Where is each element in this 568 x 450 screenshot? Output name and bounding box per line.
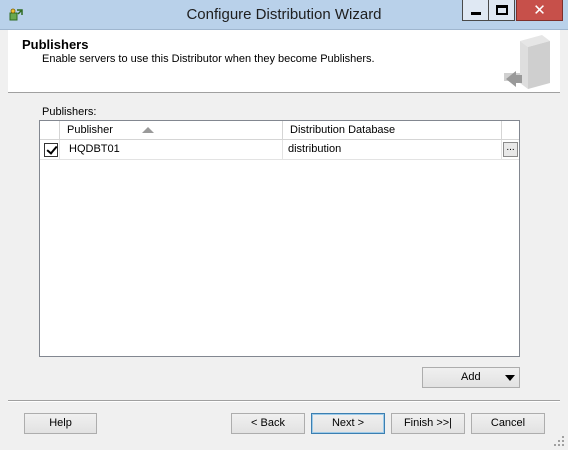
column-header-label: Publisher	[67, 124, 113, 136]
add-button-label: Add	[461, 371, 481, 383]
table-row[interactable]: HQDBT01 distribution ...	[40, 140, 519, 160]
back-button[interactable]: < Back	[231, 413, 305, 434]
row-select-cell	[40, 140, 60, 160]
maximize-button[interactable]	[488, 0, 515, 21]
distribution-database-cell[interactable]: distribution	[284, 140, 502, 160]
grid-header: Publisher Distribution Database	[40, 121, 519, 140]
distribution-database-name: distribution	[288, 143, 342, 155]
finish-button[interactable]: Finish >>|	[391, 413, 465, 434]
title-bar[interactable]: Configure Distribution Wizard ✕	[0, 0, 568, 30]
dropdown-arrow-icon	[505, 375, 515, 381]
sort-ascending-icon	[142, 127, 154, 133]
publishers-label: Publishers:	[42, 106, 97, 118]
maximize-icon	[496, 5, 508, 15]
help-button[interactable]: Help	[24, 413, 97, 434]
close-button[interactable]: ✕	[516, 0, 563, 21]
page-title: Publishers	[22, 37, 89, 52]
next-button[interactable]: Next >	[311, 413, 385, 434]
server-icon	[504, 35, 550, 89]
resize-grip[interactable]	[554, 436, 566, 448]
close-icon: ✕	[533, 1, 546, 19]
publishers-grid[interactable]: Publisher Distribution Database HQDBT01 …	[39, 120, 520, 357]
browse-button[interactable]: ...	[503, 142, 518, 157]
publisher-cell[interactable]: HQDBT01	[61, 140, 283, 160]
minimize-button[interactable]	[462, 0, 489, 21]
column-header-label: Distribution Database	[290, 124, 396, 136]
page-subtitle: Enable servers to use this Distributor w…	[42, 53, 375, 65]
column-header-publisher[interactable]: Publisher	[61, 121, 283, 140]
publisher-name: HQDBT01	[69, 143, 120, 155]
minimize-icon	[471, 12, 481, 15]
publisher-enabled-checkbox[interactable]	[44, 143, 58, 157]
add-button[interactable]: Add	[422, 367, 520, 388]
footer-separator	[8, 400, 560, 402]
cancel-button[interactable]: Cancel	[471, 413, 545, 434]
wizard-header: Publishers Enable servers to use this Di…	[8, 30, 560, 93]
column-header-distribution-database[interactable]: Distribution Database	[284, 121, 502, 140]
column-header-select[interactable]	[40, 121, 60, 140]
